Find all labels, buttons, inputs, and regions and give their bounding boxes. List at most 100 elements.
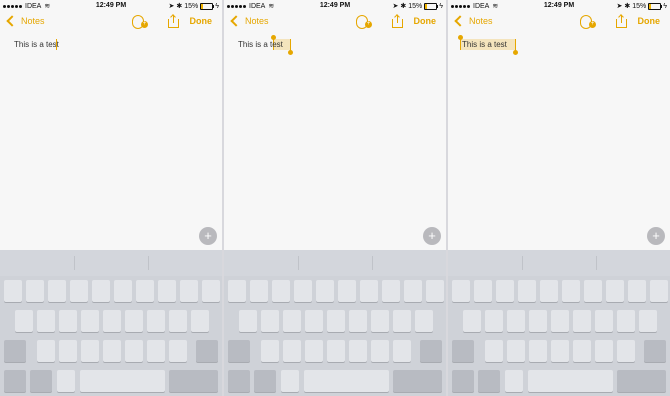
letter-key[interactable] (540, 280, 558, 302)
letter-key[interactable] (393, 340, 411, 362)
letter-key[interactable] (169, 310, 187, 332)
backspace-key[interactable] (196, 340, 218, 362)
mic-key[interactable] (57, 370, 75, 392)
letter-key[interactable] (103, 310, 121, 332)
letter-key[interactable] (573, 310, 591, 332)
letter-key[interactable] (382, 280, 400, 302)
letter-key[interactable] (59, 340, 77, 362)
letter-key[interactable] (518, 280, 536, 302)
letter-key[interactable] (628, 280, 646, 302)
letter-key[interactable] (639, 310, 657, 332)
globe-key[interactable] (254, 370, 276, 392)
suggestion-bar[interactable] (0, 250, 222, 276)
letter-key[interactable] (316, 280, 334, 302)
letter-key[interactable] (81, 340, 99, 362)
letter-key[interactable] (202, 280, 220, 302)
shift-key[interactable] (452, 340, 474, 362)
numbers-key[interactable] (452, 370, 474, 392)
done-button[interactable]: Done (414, 16, 437, 26)
letter-key[interactable] (70, 280, 88, 302)
add-people-icon[interactable]: + (578, 14, 596, 29)
letter-key[interactable] (327, 310, 345, 332)
letter-key[interactable] (507, 340, 525, 362)
letter-key[interactable] (114, 280, 132, 302)
letter-key[interactable] (261, 310, 279, 332)
done-button[interactable]: Done (190, 16, 213, 26)
letter-key[interactable] (485, 340, 503, 362)
letter-key[interactable] (562, 280, 580, 302)
letter-key[interactable] (92, 280, 110, 302)
add-people-icon[interactable]: + (354, 14, 372, 29)
letter-key[interactable] (617, 310, 635, 332)
letter-key[interactable] (584, 280, 602, 302)
letter-key[interactable] (485, 310, 503, 332)
share-icon[interactable] (392, 15, 403, 28)
letter-key[interactable] (294, 280, 312, 302)
letter-key[interactable] (415, 310, 433, 332)
letter-key[interactable] (158, 280, 176, 302)
mic-key[interactable] (505, 370, 523, 392)
letter-key[interactable] (595, 310, 613, 332)
return-key[interactable] (169, 370, 218, 392)
letter-key[interactable] (4, 280, 22, 302)
space-key[interactable] (528, 370, 613, 392)
back-button[interactable]: Notes (454, 15, 493, 27)
letter-key[interactable] (452, 280, 470, 302)
letter-key[interactable] (48, 280, 66, 302)
letter-key[interactable] (349, 340, 367, 362)
note-text[interactable]: This is a test (462, 40, 507, 49)
letter-key[interactable] (283, 310, 301, 332)
letter-key[interactable] (617, 340, 635, 362)
letter-key[interactable] (15, 310, 33, 332)
backspace-key[interactable] (420, 340, 442, 362)
backspace-key[interactable] (644, 340, 666, 362)
letter-key[interactable] (349, 310, 367, 332)
plus-icon[interactable]: + (647, 227, 665, 245)
letter-key[interactable] (529, 340, 547, 362)
mic-key[interactable] (281, 370, 299, 392)
letter-key[interactable] (103, 340, 121, 362)
letter-key[interactable] (551, 340, 569, 362)
letter-key[interactable] (573, 340, 591, 362)
letter-key[interactable] (37, 310, 55, 332)
return-key[interactable] (393, 370, 442, 392)
letter-key[interactable] (496, 280, 514, 302)
letter-key[interactable] (136, 280, 154, 302)
letter-key[interactable] (305, 340, 323, 362)
letter-key[interactable] (404, 280, 422, 302)
selection-end-handle[interactable] (288, 50, 293, 55)
space-key[interactable] (304, 370, 389, 392)
letter-key[interactable] (305, 310, 323, 332)
letter-key[interactable] (551, 310, 569, 332)
letter-key[interactable] (228, 280, 246, 302)
letter-key[interactable] (147, 340, 165, 362)
letter-key[interactable] (606, 280, 624, 302)
letter-key[interactable] (283, 340, 301, 362)
numbers-key[interactable] (228, 370, 250, 392)
letter-key[interactable] (26, 280, 44, 302)
letter-key[interactable] (147, 310, 165, 332)
letter-key[interactable] (191, 310, 209, 332)
letter-key[interactable] (81, 310, 99, 332)
suggestion-bar[interactable] (448, 250, 670, 276)
done-button[interactable]: Done (638, 16, 661, 26)
letter-key[interactable] (371, 310, 389, 332)
add-people-icon[interactable]: + (130, 14, 148, 29)
letter-key[interactable] (125, 310, 143, 332)
globe-key[interactable] (30, 370, 52, 392)
letter-key[interactable] (261, 340, 279, 362)
selection-end-handle[interactable] (513, 50, 518, 55)
letter-key[interactable] (463, 310, 481, 332)
globe-key[interactable] (478, 370, 500, 392)
letter-key[interactable] (338, 280, 356, 302)
letter-key[interactable] (595, 340, 613, 362)
letter-key[interactable] (169, 340, 187, 362)
shift-key[interactable] (4, 340, 26, 362)
back-button[interactable]: Notes (230, 15, 269, 27)
letter-key[interactable] (371, 340, 389, 362)
letter-key[interactable] (59, 310, 77, 332)
return-key[interactable] (617, 370, 666, 392)
letter-key[interactable] (272, 280, 290, 302)
note-text[interactable]: This is a test (238, 40, 283, 49)
space-key[interactable] (80, 370, 165, 392)
